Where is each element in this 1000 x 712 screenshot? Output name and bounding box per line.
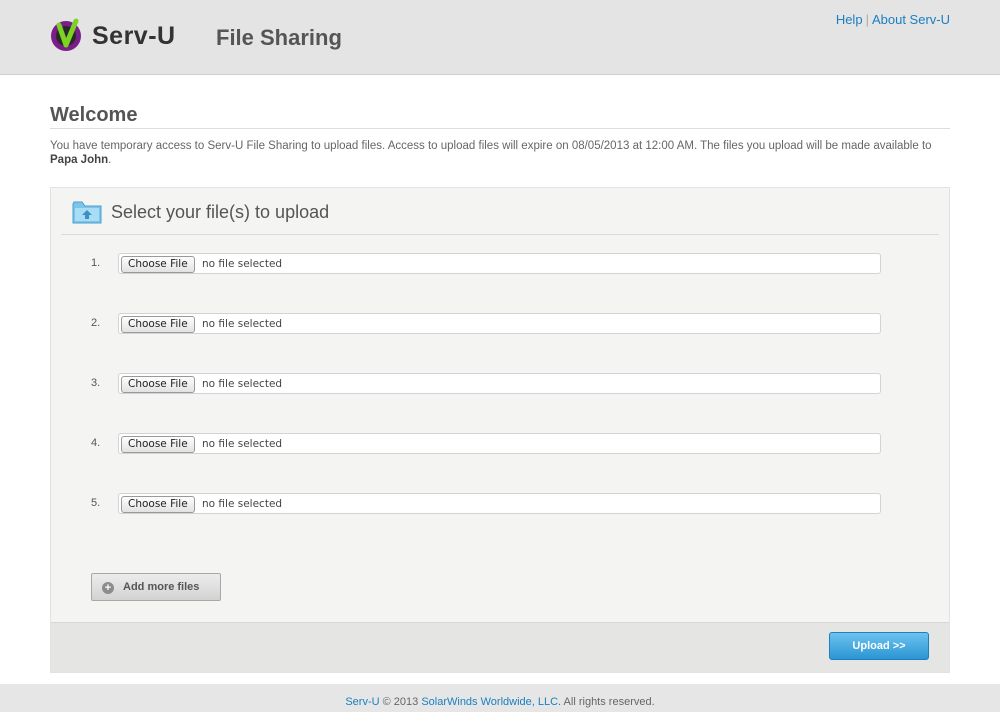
file-status-2: no file selected bbox=[202, 318, 283, 330]
about-link[interactable]: About Serv-U bbox=[872, 12, 950, 27]
panel-divider bbox=[61, 234, 939, 235]
file-row-5: 5. Choose File no file selected bbox=[91, 493, 881, 515]
row-number: 5. bbox=[91, 497, 101, 509]
folder-upload-icon bbox=[72, 201, 102, 224]
choose-file-button-3[interactable]: Choose File bbox=[121, 376, 195, 393]
title-divider bbox=[50, 128, 950, 129]
file-input-2[interactable]: Choose File no file selected bbox=[118, 313, 881, 334]
row-number: 4. bbox=[91, 437, 101, 449]
add-more-files-label: Add more files bbox=[123, 581, 200, 593]
brand-name: Serv-U bbox=[92, 22, 176, 50]
file-input-5[interactable]: Choose File no file selected bbox=[118, 493, 881, 514]
panel-footer: Upload >> bbox=[51, 622, 949, 672]
copyright-text: © 2013 bbox=[379, 696, 422, 708]
add-more-files-button[interactable]: + Add more files bbox=[91, 573, 221, 601]
file-input-3[interactable]: Choose File no file selected bbox=[118, 373, 881, 394]
top-links: Help | About Serv-U bbox=[836, 12, 950, 27]
app-title: File Sharing bbox=[216, 25, 342, 50]
page-title: Welcome bbox=[50, 104, 138, 126]
link-separator: | bbox=[865, 12, 869, 27]
file-row-1: 1. Choose File no file selected bbox=[91, 253, 881, 275]
intro-text: You have temporary access to Serv-U File… bbox=[50, 139, 950, 167]
company-link[interactable]: SolarWinds Worldwide, LLC. bbox=[421, 696, 561, 708]
upload-panel: Select your file(s) to upload 1. Choose … bbox=[50, 187, 950, 673]
choose-file-button-5[interactable]: Choose File bbox=[121, 496, 195, 513]
panel-title: Select your file(s) to upload bbox=[111, 202, 330, 222]
recipient-name: Papa John bbox=[50, 154, 109, 166]
intro-body: You have temporary access to Serv-U File… bbox=[50, 140, 932, 152]
intro-end: . bbox=[108, 154, 112, 166]
choose-file-button-1[interactable]: Choose File bbox=[121, 256, 195, 273]
choose-file-button-4[interactable]: Choose File bbox=[121, 436, 195, 453]
serv-u-logo-icon bbox=[51, 18, 81, 51]
row-number: 1. bbox=[91, 257, 101, 269]
plus-circle-icon: + bbox=[102, 582, 114, 594]
row-number: 2. bbox=[91, 317, 101, 329]
choose-file-button-2[interactable]: Choose File bbox=[121, 316, 195, 333]
page-footer: Serv-U © 2013 SolarWinds Worldwide, LLC.… bbox=[0, 684, 1000, 712]
product-link[interactable]: Serv-U bbox=[345, 696, 379, 708]
rights-text: All rights reserved. bbox=[561, 696, 655, 708]
file-status-1: no file selected bbox=[202, 258, 283, 270]
file-input-4[interactable]: Choose File no file selected bbox=[118, 433, 881, 454]
help-link[interactable]: Help bbox=[836, 12, 863, 27]
file-status-4: no file selected bbox=[202, 438, 283, 450]
file-row-4: 4. Choose File no file selected bbox=[91, 433, 881, 455]
file-row-3: 3. Choose File no file selected bbox=[91, 373, 881, 395]
file-status-3: no file selected bbox=[202, 378, 283, 390]
upload-button[interactable]: Upload >> bbox=[829, 632, 929, 660]
file-input-1[interactable]: Choose File no file selected bbox=[118, 253, 881, 274]
row-number: 3. bbox=[91, 377, 101, 389]
header-bar: Serv-U File Sharing Help | About Serv-U bbox=[0, 0, 1000, 75]
file-status-5: no file selected bbox=[202, 498, 283, 510]
file-row-2: 2. Choose File no file selected bbox=[91, 313, 881, 335]
